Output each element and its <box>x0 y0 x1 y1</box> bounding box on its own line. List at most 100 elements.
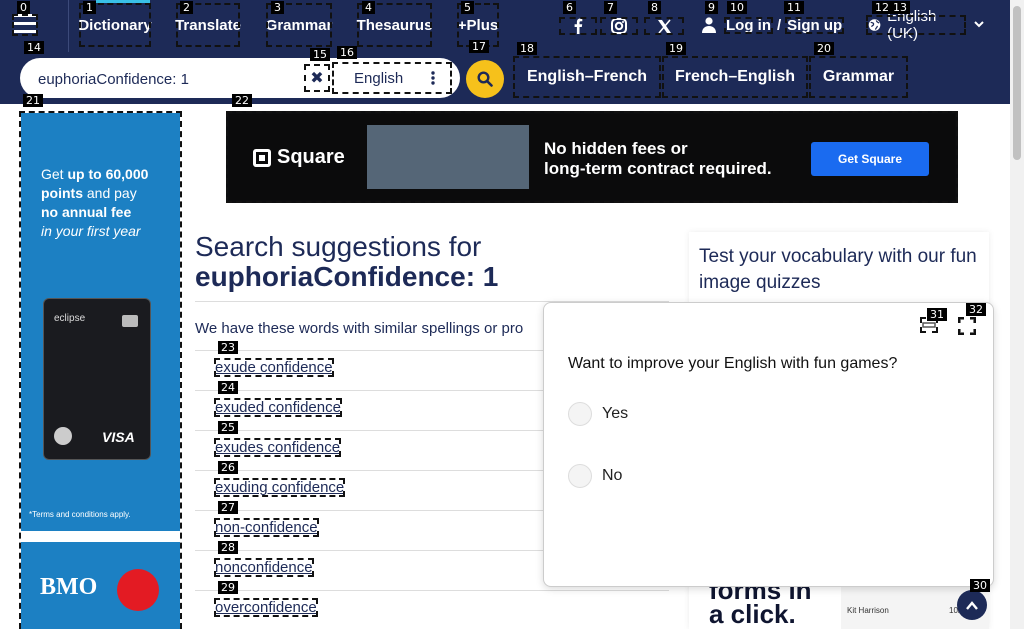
quick-link-french-english[interactable]: French–English <box>662 56 808 98</box>
search-input[interactable] <box>36 69 300 89</box>
login-link[interactable]: Log in <box>724 16 773 34</box>
option-label: No <box>602 467 623 484</box>
element-tag: 22 <box>232 94 252 107</box>
element-tag: 31 <box>927 308 947 321</box>
element-tag: 9 <box>705 1 718 14</box>
facebook-link[interactable] <box>559 17 597 35</box>
clear-search-button[interactable]: ✖ <box>304 64 330 92</box>
ad-headline-line: long-term contract required. <box>544 159 772 178</box>
element-tag: 4 <box>362 1 375 14</box>
search-icon <box>477 71 493 87</box>
survey-option-yes[interactable]: Yes <box>568 402 628 426</box>
more-options-icon <box>431 71 435 85</box>
element-tag: 18 <box>517 42 537 55</box>
ad-offer-text: Get up to 60,000 points and pay no annua… <box>41 165 166 241</box>
card-logo-icon <box>54 427 72 445</box>
ad-text-bold: points <box>41 185 83 201</box>
option-label: Yes <box>602 405 629 422</box>
element-tag: 11 <box>784 1 804 14</box>
top-advertisement[interactable]: Square No hidden fees or long-term contr… <box>226 111 958 203</box>
dictionary-selector[interactable]: English <box>332 62 452 94</box>
element-tag: 27 <box>218 501 238 514</box>
ad-text: Get <box>41 166 68 182</box>
language-selector[interactable]: English (UK) <box>866 8 966 42</box>
element-tag: 12 <box>872 1 892 14</box>
scroll-to-top-button[interactable] <box>957 590 987 620</box>
element-tag: 3 <box>271 1 284 14</box>
title-query: euphoriaConfidence: 1 <box>195 261 499 292</box>
x-link[interactable] <box>644 17 684 35</box>
login-separator: / <box>777 16 782 34</box>
globe-icon <box>868 19 881 31</box>
page-title: Search suggestions for euphoriaConfidenc… <box>195 232 675 292</box>
ad-text: in your first year <box>41 223 141 239</box>
radio-button[interactable] <box>568 464 592 488</box>
suggestion-link[interactable]: non-confidence <box>214 518 319 537</box>
element-tag: 17 <box>469 40 489 53</box>
bmo-wordmark: BMO <box>40 574 98 600</box>
suggestion-link[interactable]: exude confidence <box>214 358 334 377</box>
bmo-roundel-icon <box>117 569 159 611</box>
radio-button[interactable] <box>568 402 592 426</box>
element-tag: 10 <box>727 1 747 14</box>
element-tag: 20 <box>814 42 834 55</box>
card-network: VISA <box>102 429 135 445</box>
title-prefix: Search suggestions for <box>195 231 482 262</box>
square-ad: Square No hidden fees or long-term contr… <box>229 114 955 200</box>
quick-link-grammar[interactable]: Grammar <box>809 56 908 98</box>
survey-popup: Want to improve your English with fun ga… <box>543 302 994 587</box>
nav-label: Thesaurus <box>356 16 433 34</box>
instagram-link[interactable] <box>600 17 638 35</box>
suggestion-link[interactable]: nonconfidence <box>214 558 314 577</box>
suggestion-link[interactable]: exuded confidence <box>214 398 342 417</box>
credit-card-ad: Get up to 60,000 points and pay no annua… <box>21 113 180 531</box>
facebook-icon <box>574 18 583 34</box>
scrollbar-thumb[interactable] <box>1013 6 1021 160</box>
square-brand-label: Square <box>277 146 345 168</box>
promo-ad-line: a click. <box>709 599 796 629</box>
survey-option-no[interactable]: No <box>568 464 622 488</box>
header-divider <box>68 0 69 52</box>
element-tag: 1 <box>83 1 96 14</box>
element-tag: 29 <box>218 581 238 594</box>
ad-cta-button[interactable]: Get Square <box>811 142 929 176</box>
quick-link-label: Grammar <box>822 68 895 85</box>
instagram-icon <box>611 18 627 34</box>
x-icon <box>657 18 671 34</box>
promo-form-name: Kit Harrison <box>847 606 889 615</box>
search-button[interactable] <box>466 60 504 98</box>
clear-icon: ✖ <box>310 70 324 87</box>
chevron-down-icon <box>974 21 984 28</box>
quiz-promo-title: Test your vocabulary with our fun image … <box>699 246 977 293</box>
quick-link-label: English–French <box>526 68 648 85</box>
page-scrollbar[interactable] <box>1010 0 1024 629</box>
element-tag: 26 <box>218 461 238 474</box>
element-tag: 5 <box>461 1 474 14</box>
element-tag: 2 <box>180 1 193 14</box>
expand-popup-button[interactable] <box>958 317 976 335</box>
nav-label: Grammar <box>265 16 333 34</box>
suggestions-intro: We have these words with similar spellin… <box>195 320 524 337</box>
ad-text-bold: up to 60,000 <box>67 166 149 182</box>
element-tag: 28 <box>218 541 238 554</box>
nav-label: Translate <box>175 16 241 34</box>
element-tag: 15 <box>310 48 330 61</box>
quick-link-english-french[interactable]: English–French <box>513 56 661 98</box>
suggestion-link[interactable]: overconfidence <box>214 598 318 617</box>
square-logo-icon <box>253 148 271 167</box>
signup-link[interactable]: Sign up <box>785 16 845 34</box>
ad-headline: No hidden fees or long-term contract req… <box>544 139 772 179</box>
ad-headline-line: No hidden fees or <box>544 139 688 158</box>
element-tag: 16 <box>337 46 357 59</box>
suggestion-link[interactable]: exudes confidence <box>214 438 342 457</box>
element-tag: 24 <box>218 381 238 394</box>
element-tag: 0 <box>17 1 30 14</box>
suggestion-link[interactable]: exuding confidence <box>214 478 346 497</box>
element-tag: 6 <box>563 1 576 14</box>
credit-card-image: eclipse VISA <box>43 298 151 460</box>
dictionary-label: English <box>354 69 404 87</box>
menu-button[interactable] <box>12 14 38 36</box>
element-tag: 23 <box>218 341 238 354</box>
element-tag: 25 <box>218 421 238 434</box>
bmo-ad-logo: BMO <box>21 542 180 629</box>
